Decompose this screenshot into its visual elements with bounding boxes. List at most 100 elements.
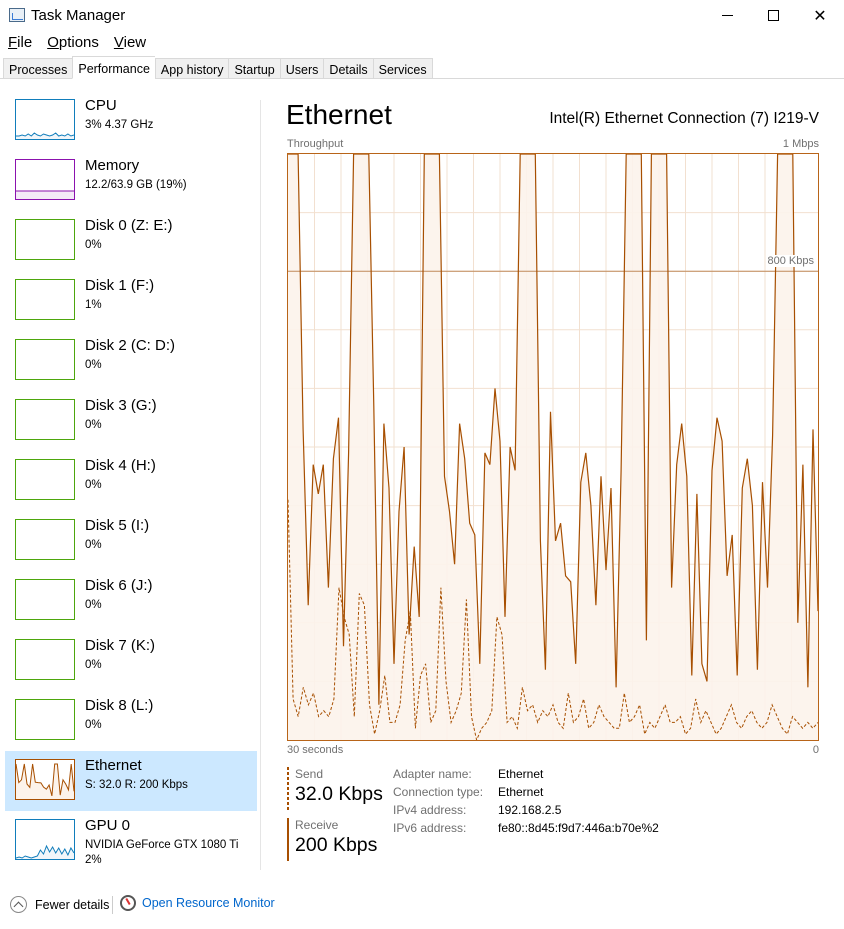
sidebar-item-subtext: NVIDIA GeForce GTX 1080 Ti [85, 839, 239, 851]
chevron-up-icon [10, 896, 27, 913]
sidebar-item-disk-1[interactable]: Disk 1 (F:) 1% [5, 271, 257, 331]
detail-value: 192.168.2.5 [498, 803, 562, 817]
menu-options-label: ptions [58, 34, 99, 51]
sidebar-item-value: 12.2/63.9 GB (19%) [85, 178, 187, 193]
sidebar-item-disk-6[interactable]: Disk 6 (J:) 0% [5, 571, 257, 631]
minimize-button[interactable] [704, 0, 750, 31]
sidebar-item-subtext: 0% [85, 359, 102, 371]
sidebar-item-value: 1% [85, 298, 102, 313]
sidebar-item-cpu[interactable]: CPU 3% 4.37 GHz [5, 91, 257, 151]
menu-file[interactable]: File [0, 32, 39, 54]
graph-max-label: 1 Mbps [782, 138, 819, 150]
resource-monitor-label: Open Resource Monitor [142, 896, 275, 910]
detail-value: Ethernet [498, 767, 544, 781]
sidebar-divider [260, 100, 261, 870]
sidebar-thumbnail [15, 819, 75, 860]
detail-value: Ethernet [498, 785, 544, 799]
tab-app-history[interactable]: App history [154, 58, 229, 79]
sidebar-item-label: Disk 6 (J:) [85, 577, 153, 594]
sidebar-sparkline [16, 763, 74, 799]
detail-row: Connection type: Ethernet [393, 785, 659, 803]
sidebar-thumbnail [15, 519, 75, 560]
tab-processes[interactable]: Processes [3, 58, 73, 79]
sidebar-item-value: 0% [85, 658, 102, 673]
sidebar-item-value: 0% [85, 418, 102, 433]
menu-options-accel: O [47, 34, 59, 51]
sparkline-fill [16, 846, 74, 859]
sidebar-sparkline [16, 520, 74, 559]
menu-view[interactable]: View [106, 32, 153, 54]
tab-startup[interactable]: Startup [228, 58, 280, 79]
title-bar[interactable]: Task Manager ✕ [0, 0, 844, 31]
sidebar-sparkline [16, 220, 74, 259]
receive-value: 200 Kbps [295, 834, 378, 856]
sidebar-item-gpu-0[interactable]: GPU 0 NVIDIA GeForce GTX 1080 Ti 2% [5, 811, 257, 871]
sidebar-item-ethernet[interactable]: Ethernet S: 32.0 R: 200 Kbps [5, 751, 257, 811]
resource-monitor-icon [120, 895, 136, 911]
menu-options[interactable]: Options [39, 32, 106, 54]
sidebar-item-value: 3% 4.37 GHz [85, 118, 153, 133]
tab-users[interactable]: Users [279, 58, 324, 79]
sidebar-item-label: GPU 0 [85, 817, 131, 834]
sidebar-sparkline [16, 190, 74, 199]
detail-row: IPv6 address: fe80::8d45:f9d7:446a:b70e%2 [393, 821, 659, 839]
receive-stat: Receive 200 Kbps [287, 818, 377, 861]
sidebar-item-disk-7[interactable]: Disk 7 (K:) 0% [5, 631, 257, 691]
sidebar-item-label: Disk 4 (H:) [85, 457, 156, 474]
send-label: Send [295, 767, 324, 781]
sidebar-item-subtext: 0% [85, 719, 102, 731]
open-resource-monitor-link[interactable]: Open Resource Monitor [120, 895, 275, 911]
tab-services[interactable]: Services [372, 58, 433, 79]
sidebar-thumbnail [15, 219, 75, 260]
sidebar-item-disk-0[interactable]: Disk 0 (Z: E:) 0% [5, 211, 257, 271]
sidebar-item-subtext: 3% 4.37 GHz [85, 119, 154, 131]
sidebar-item-subtext: 0% [85, 419, 102, 431]
send-legend-bar [287, 767, 289, 810]
fewer-details-button[interactable]: Fewer details [10, 896, 109, 913]
sidebar-thumbnail [15, 759, 75, 800]
sidebar-item-disk-4[interactable]: Disk 4 (H:) 0% [5, 451, 257, 511]
sparkline-fill [16, 191, 74, 199]
sidebar-item-subtext: 0% [85, 239, 102, 251]
sidebar-item-label: Disk 7 (K:) [85, 637, 156, 654]
sidebar-sparkline [16, 580, 74, 619]
sidebar-sparkline [16, 340, 74, 379]
sidebar-item-subtext: 0% [85, 539, 102, 551]
sidebar-item-label: Disk 3 (G:) [85, 397, 157, 414]
tab-performance[interactable]: Performance [72, 56, 155, 79]
sidebar-item-disk-2[interactable]: Disk 2 (C: D:) 0% [5, 331, 257, 391]
sidebar-item-subtext: 0% [85, 479, 102, 491]
detail-key: Adapter name: [393, 767, 472, 781]
sidebar-item-memory[interactable]: Memory 12.2/63.9 GB (19%) [5, 151, 257, 211]
menu-view-accel: V [113, 34, 124, 51]
menu-bar: File Options View [0, 32, 153, 54]
menu-file-accel: F [8, 34, 18, 51]
close-button[interactable]: ✕ [797, 0, 843, 31]
task-manager-icon [9, 8, 25, 22]
maximize-button[interactable] [750, 0, 796, 31]
sidebar-thumbnail [15, 579, 75, 620]
adapter-details: Adapter name: Ethernet Connection type: Et… [393, 767, 659, 839]
tab-details[interactable]: Details [323, 58, 373, 79]
graph-time-left: 30 seconds [287, 744, 344, 756]
send-stat: Send 32.0 Kbps [287, 767, 383, 810]
detail-row: Adapter name: Ethernet [393, 767, 659, 785]
page-title: Ethernet [286, 99, 392, 130]
sidebar-item-disk-8[interactable]: Disk 8 (L:) 0% [5, 691, 257, 751]
sidebar-item-disk-3[interactable]: Disk 3 (G:) 0% [5, 391, 257, 451]
sidebar-thumbnail [15, 279, 75, 320]
sidebar-item-label: Disk 2 (C: D:) [85, 337, 175, 354]
sidebar-item-label: Disk 8 (L:) [85, 697, 154, 714]
sidebar-thumbnail [15, 459, 75, 500]
close-icon: ✕ [813, 7, 827, 25]
detail-key: IPv6 address: [393, 821, 467, 835]
throughput-graph [287, 153, 819, 742]
sidebar-item-value: 0% [85, 358, 102, 373]
sidebar-thumbnail [15, 639, 75, 680]
sidebar-sparkline [16, 280, 74, 319]
sidebar-item-disk-5[interactable]: Disk 5 (I:) 0% [5, 511, 257, 571]
tab-strip: Processes Performance App history Startu… [3, 56, 433, 79]
menu-file-label: ile [17, 34, 33, 51]
graph-scale-label: 800 Kbps [765, 255, 816, 267]
sidebar-item-label: CPU [85, 97, 117, 114]
